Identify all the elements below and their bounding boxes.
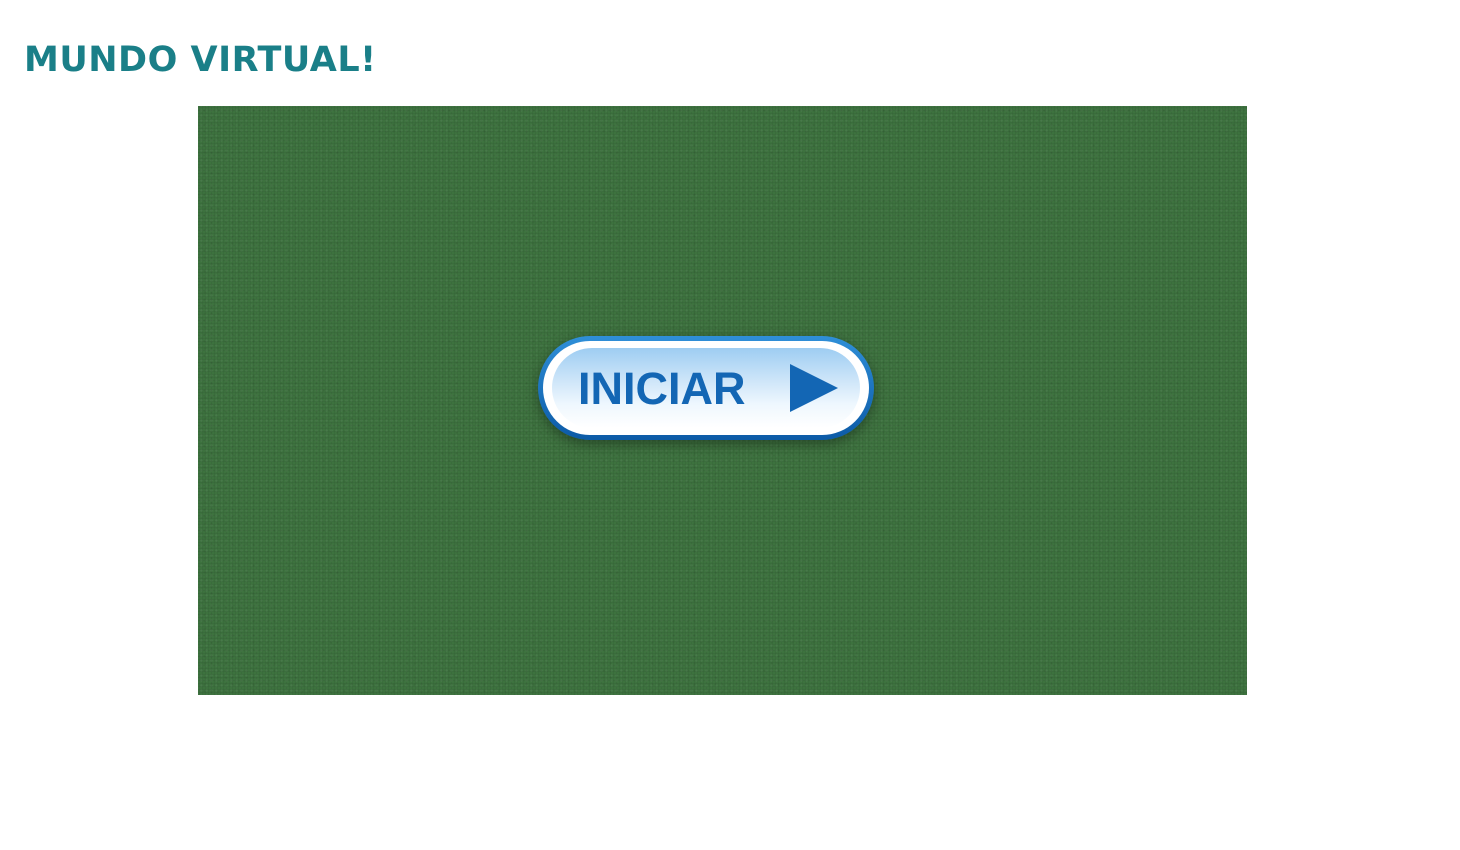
- start-button-label: INICIAR: [578, 362, 746, 414]
- start-button[interactable]: INICIAR: [538, 336, 874, 440]
- start-button-frame: INICIAR: [543, 341, 869, 435]
- start-button-face: INICIAR: [552, 348, 860, 428]
- game-canvas[interactable]: INICIAR: [198, 106, 1247, 695]
- page-title: MUNDO VIRTUAL!: [24, 40, 377, 80]
- play-icon: [790, 364, 838, 412]
